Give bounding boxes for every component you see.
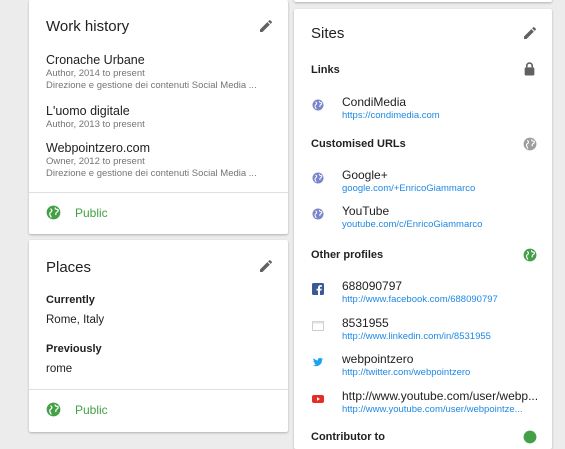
edit-pencil-icon[interactable] [258,258,274,274]
other-profiles-heading: Other profiles [311,249,384,261]
work-entry-title: L'uomo digitale [46,104,130,118]
site-link-row[interactable]: CondiMedia https://condimedia.com [294,95,552,125]
sites-title: Sites [311,25,345,42]
links-section-heading: Links [311,64,340,76]
profile-name: 688090797 [342,279,403,293]
work-history-title: Work history [46,18,130,35]
site-name: YouTube [342,204,390,218]
site-name: CondiMedia [342,95,407,109]
globe-icon[interactable] [523,137,537,151]
visibility-label: Public [75,402,108,417]
visibility-public[interactable]: Public [46,205,108,220]
profile-url[interactable]: http://www.facebook.com/688090797 [342,294,542,306]
visibility-label: Public [75,205,108,220]
work-entry-role: Author, 2014 to present [46,68,145,79]
previously-value: rome [46,363,73,375]
custom-url-row[interactable]: YouTube youtube.com/c/EnricoGiammarco [294,204,552,234]
work-entry-description: Direzione e gestione dei contenuti Socia… [46,168,257,179]
work-entry: Webpointzero.com Owner, 2012 to present … [46,141,276,180]
profile-url[interactable]: http://twitter.com/webpointzero [342,367,542,379]
globe-icon [46,402,61,417]
profile-row[interactable]: http://www.youtube.com/user/webp... http… [294,389,552,419]
contributor-heading: Contributor to [311,431,385,443]
generic-site-icon [312,321,324,331]
profile-name: http://www.youtube.com/user/webp... [342,389,539,403]
profile-name: webpointzero [342,352,414,366]
facebook-icon [312,283,324,295]
site-url[interactable]: google.com/+EnricoGiammarco [342,183,542,195]
site-url[interactable]: https://condimedia.com [342,110,542,122]
site-name: Google+ [342,168,388,182]
globe-icon[interactable] [523,248,537,262]
work-history-card: Work history Cronache Urbane Author, 201… [29,0,288,234]
edit-pencil-icon[interactable] [522,25,538,41]
previous-card-edge [294,0,552,2]
globe-icon [46,205,61,220]
sites-card: Sites Links CondiMedia https://condimedi… [294,9,552,449]
globe-icon [312,99,324,111]
profile-url[interactable]: http://www.linkedin.com/in/8531955 [342,331,542,343]
profile-row[interactable]: 688090797 http://www.facebook.com/688090… [294,279,552,309]
profile-name: 8531955 [342,316,389,330]
work-entry-role: Author, 2013 to present [46,119,145,130]
globe-icon[interactable] [523,430,537,444]
currently-value: Rome, Italy [46,314,105,326]
places-card: Places Currently Rome, Italy Previously … [29,240,288,432]
site-url[interactable]: youtube.com/c/EnricoGiammarco [342,219,542,231]
profile-row[interactable]: 8531955 http://www.linkedin.com/in/85319… [294,316,552,346]
youtube-icon [312,395,324,403]
lock-icon[interactable] [523,62,536,76]
work-entry-title: Cronache Urbane [46,53,145,67]
globe-icon [312,208,324,220]
globe-icon [312,172,324,184]
work-entry: L'uomo digitale Author, 2013 to present [46,104,276,131]
edit-pencil-icon[interactable] [258,18,274,34]
work-entry-title: Webpointzero.com [46,141,150,155]
visibility-public[interactable]: Public [46,402,108,417]
card-divider [29,389,288,390]
work-entry-role: Owner, 2012 to present [46,156,145,167]
profile-row[interactable]: webpointzero http://twitter.com/webpoint… [294,352,552,382]
places-title: Places [46,259,92,276]
currently-label: Currently [46,294,95,306]
card-divider [29,192,288,193]
previously-label: Previously [46,343,102,355]
twitter-icon [313,357,323,367]
custom-url-row[interactable]: Google+ google.com/+EnricoGiammarco [294,168,552,198]
work-entry-description: Direzione e gestione dei contenuti Socia… [46,80,257,91]
customised-urls-heading: Customised URLs [311,138,406,150]
work-entry: Cronache Urbane Author, 2014 to present … [46,53,276,92]
profile-url[interactable]: http://www.youtube.com/user/webpointze..… [342,404,542,416]
